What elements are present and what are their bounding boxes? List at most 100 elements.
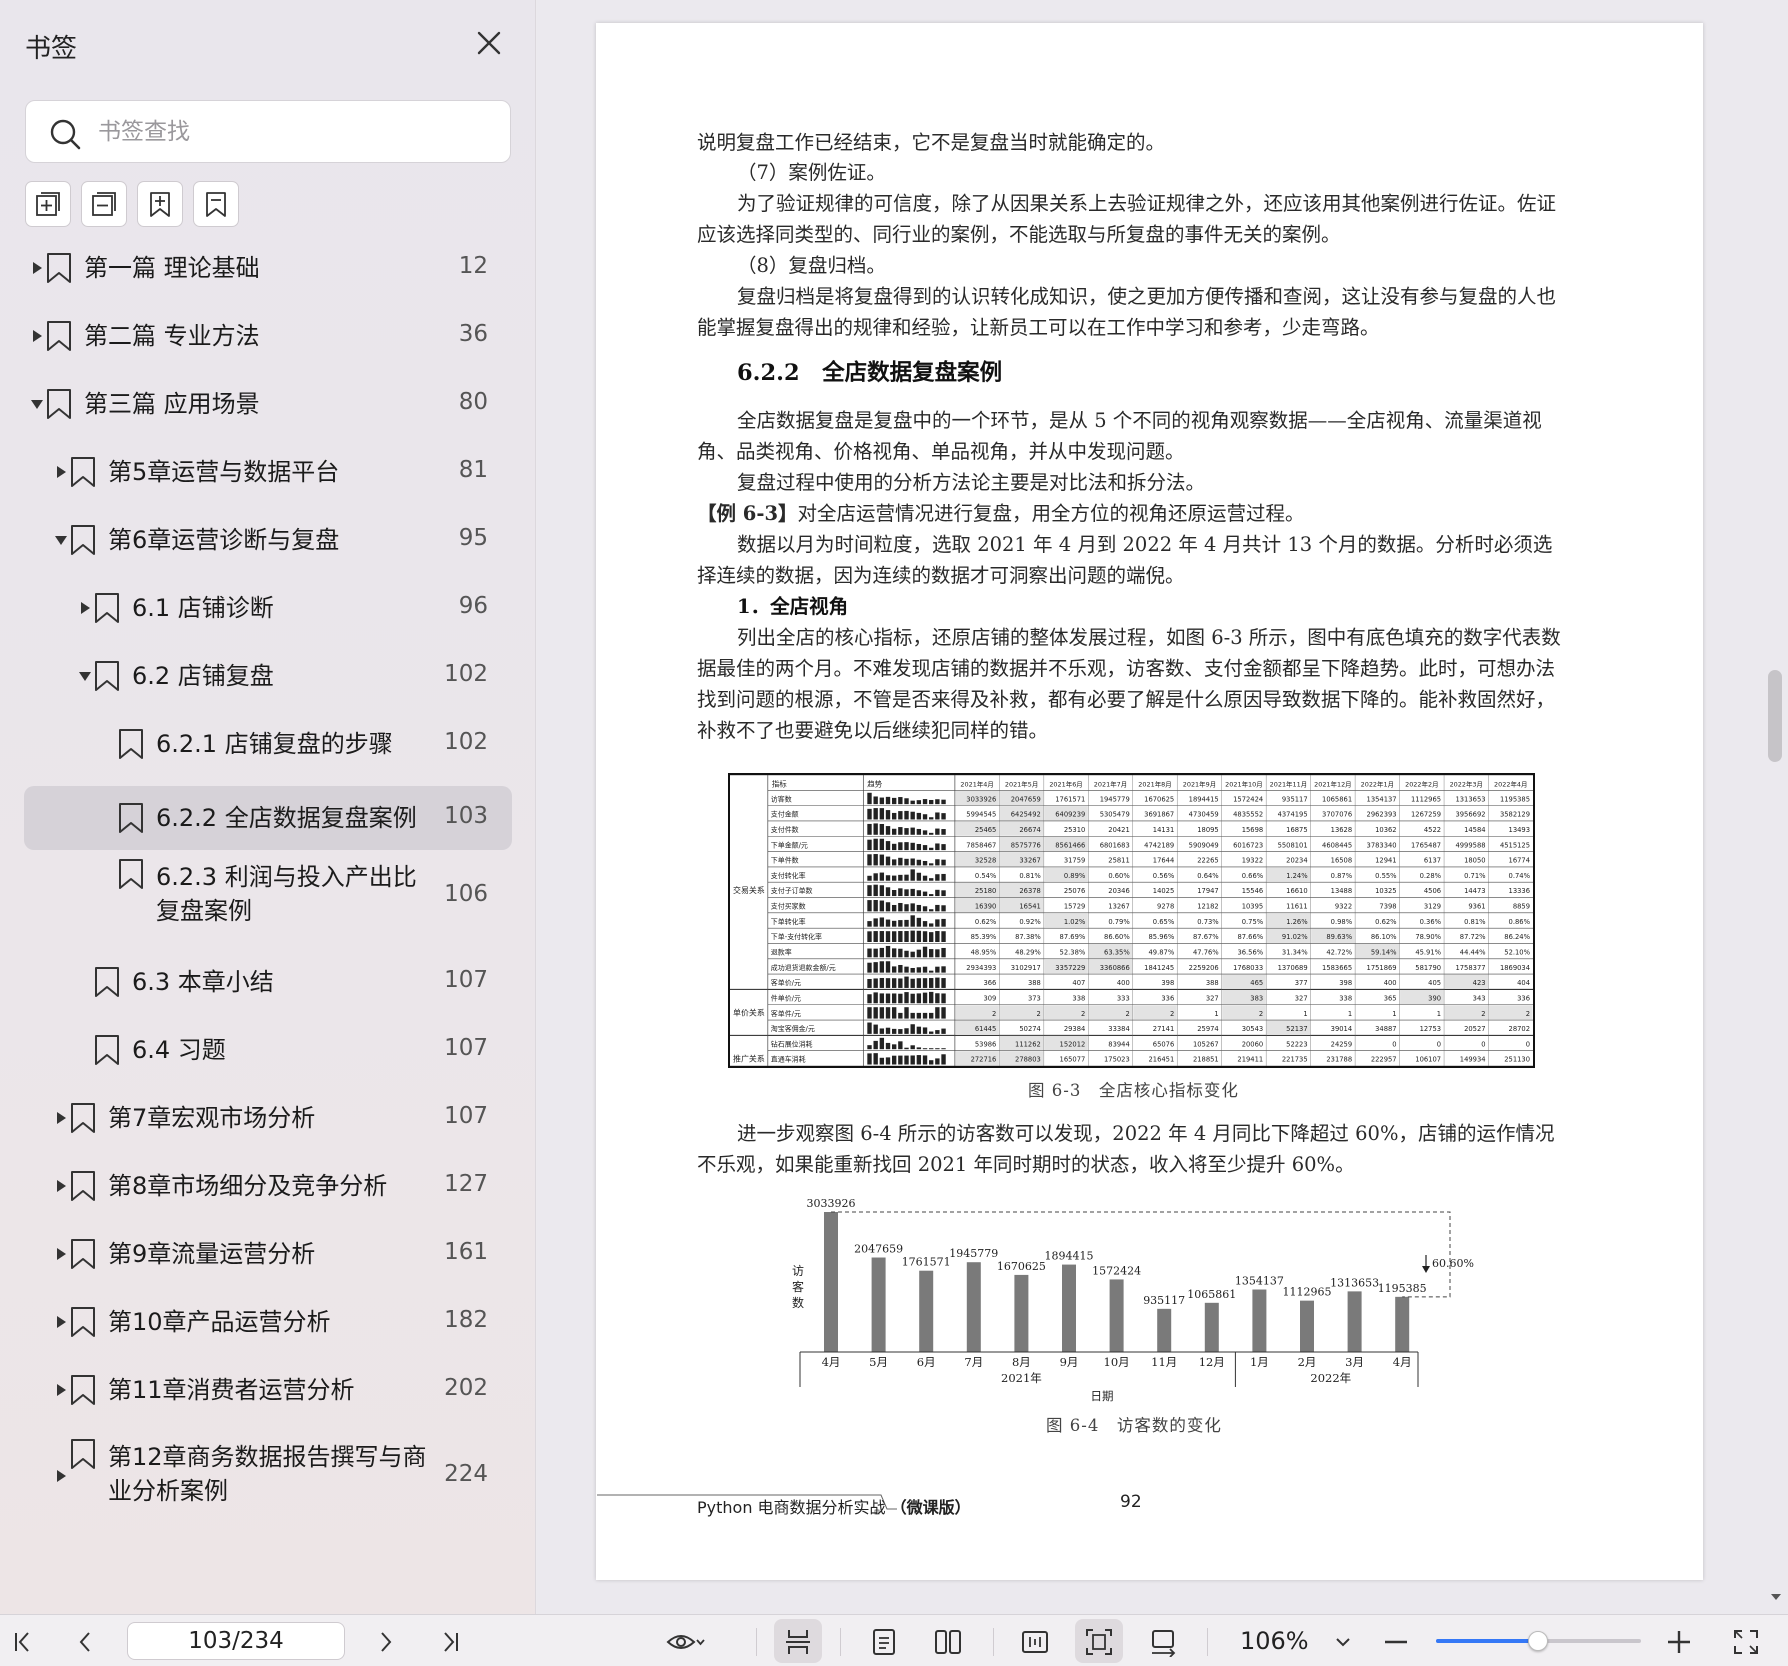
bookmark-item[interactable]: 第8章市场细分及竞争分析 127 — [24, 1154, 512, 1218]
scroll-down-arrow-icon[interactable] — [1770, 1592, 1782, 1602]
trend-sparkline-bar — [891, 812, 897, 820]
table-cell: 61445 — [975, 1025, 996, 1033]
table-cell: 4608445 — [1322, 841, 1352, 849]
expand-arrow-icon[interactable] — [30, 329, 44, 343]
bookmark-item[interactable]: 第二篇 专业方法 36 — [24, 304, 512, 368]
table-cell: 52.38% — [1060, 949, 1086, 957]
expand-arrow-icon[interactable] — [54, 1469, 68, 1483]
bookmark-button[interactable] — [193, 181, 239, 227]
expand-arrow-icon[interactable] — [54, 1247, 68, 1261]
fit-page-icon[interactable] — [1084, 1627, 1114, 1657]
zoom-out-icon[interactable] — [1381, 1627, 1411, 1657]
table-cell: 31759 — [1064, 857, 1085, 865]
bookmark-item[interactable]: 第9章流量运营分析 161 — [24, 1222, 512, 1286]
trend-sparkline-bar — [941, 905, 946, 912]
table-cell: 1768033 — [1233, 964, 1263, 972]
bookmark-item[interactable]: 6.2.1 店铺复盘的步骤 102 — [24, 712, 512, 776]
bookmark-item[interactable]: 6.1 店铺诊断 96 — [24, 576, 512, 640]
trend-sparkline-bar — [891, 1044, 897, 1050]
close-icon[interactable] — [474, 28, 504, 58]
bookmark-item[interactable]: 第三篇 应用场景 80 — [24, 372, 512, 436]
add-bookmark-button[interactable] — [137, 181, 183, 227]
toolbar-divider — [756, 1628, 757, 1656]
expand-arrow-icon[interactable] — [54, 1383, 68, 1397]
bookmark-item[interactable]: 6.2.3 利润与投入产出比 复盘案例 106 — [24, 846, 512, 946]
table-cell: 3357229 — [1055, 964, 1085, 972]
trend-sparkline-bar — [904, 842, 909, 851]
table-cell: 3129 — [1424, 903, 1441, 911]
table-cell: 423 — [1473, 979, 1486, 987]
expand-arrow-icon[interactable] — [54, 1111, 68, 1125]
bookmark-item[interactable]: 第7章宏观市场分析 107 — [24, 1086, 512, 1150]
continuous-scroll-icon[interactable] — [783, 1627, 813, 1657]
page-number-input[interactable]: 103/234 — [127, 1622, 345, 1660]
eye-view-mode-icon[interactable] — [666, 1627, 706, 1657]
expand-arrow-icon[interactable] — [54, 1315, 68, 1329]
trend-sparkline-bar — [929, 799, 934, 805]
table-cell: 2 — [1037, 1010, 1041, 1018]
expand-arrow-icon[interactable] — [30, 261, 44, 275]
table-cell: 338 — [1339, 994, 1352, 1002]
next-page-icon[interactable] — [371, 1627, 401, 1657]
previous-page-icon[interactable] — [70, 1627, 100, 1657]
zoom-slider-handle[interactable] — [1528, 1631, 1548, 1651]
collapse-arrow-icon[interactable] — [78, 669, 92, 683]
trend-sparkline-bar — [879, 961, 885, 973]
two-page-icon[interactable] — [933, 1627, 963, 1657]
vertical-scrollbar[interactable] — [1768, 670, 1782, 762]
bookmark-search-input[interactable] — [98, 113, 488, 151]
fullscreen-icon[interactable] — [1731, 1627, 1761, 1657]
table-cell: 86.10% — [1371, 933, 1397, 941]
zoom-level[interactable]: 106% — [1240, 1627, 1309, 1655]
bookmark-item[interactable]: 6.2.2 全店数据复盘案例 103 — [24, 786, 512, 850]
trend-sparkline-bar — [891, 993, 897, 1004]
bookmark-label: 6.1 店铺诊断 — [132, 594, 274, 622]
bookmark-item[interactable]: 第5章运营与数据平台 81 — [24, 440, 512, 504]
last-page-icon[interactable] — [435, 1627, 465, 1657]
table-cell: 1.26% — [1286, 918, 1308, 926]
collapse-all-button[interactable] — [81, 181, 127, 227]
bookmark-label: 第三篇 应用场景 — [84, 390, 260, 418]
trend-sparkline-bar — [929, 817, 934, 820]
bookmark-item[interactable]: 6.2 店铺复盘 102 — [24, 644, 512, 708]
expand-arrow-icon[interactable] — [54, 1179, 68, 1193]
bookmark-item[interactable]: 第12章商务数据报告撰写与商 业分析案例 224 — [24, 1426, 512, 1526]
footer-page-number: 92 — [1120, 1492, 1142, 1512]
first-page-icon[interactable] — [8, 1627, 38, 1657]
table-row-label: 支付子订单数 — [771, 886, 813, 895]
fit-width-icon[interactable] — [1020, 1627, 1050, 1657]
table-cell: 20346 — [1108, 887, 1129, 895]
trend-sparkline-bar — [935, 1030, 940, 1034]
collapse-arrow-icon[interactable] — [54, 533, 68, 547]
expand-arrow-icon[interactable] — [78, 601, 92, 615]
bookmark-item[interactable]: 第一篇 理论基础 12 — [24, 236, 512, 300]
table-cell: 0.74% — [1509, 872, 1531, 880]
bookmark-item[interactable]: 第10章产品运营分析 182 — [24, 1290, 512, 1354]
trend-sparkline-bar — [885, 856, 891, 866]
table-cell: 1 — [1214, 1010, 1218, 1018]
zoom-in-icon[interactable] — [1664, 1627, 1694, 1657]
x-tick-label: 4月 — [1393, 1355, 1412, 1369]
bookmark-item[interactable]: 6.4 习题 107 — [24, 1018, 512, 1082]
trend-sparkline-bar — [922, 921, 928, 927]
bookmark-item[interactable]: 第11章消费者运营分析 202 — [24, 1358, 512, 1422]
trend-sparkline-bar — [935, 919, 940, 927]
expand-all-button[interactable] — [25, 181, 71, 227]
table-cell: 3691867 — [1144, 811, 1174, 819]
trend-sparkline-bar — [922, 978, 928, 988]
zoom-dropdown-chevron-icon[interactable] — [1328, 1627, 1358, 1657]
bookmark-item[interactable]: 第6章运营诊断与复盘 95 — [24, 508, 512, 572]
collapse-arrow-icon[interactable] — [30, 397, 44, 411]
chart-bar — [1395, 1296, 1410, 1352]
bookmark-item[interactable]: 6.3 本章小结 107 — [24, 950, 512, 1014]
trend-sparkline-bar — [929, 1060, 934, 1065]
single-page-icon[interactable] — [869, 1627, 899, 1657]
bookmark-page-number: 107 — [444, 1103, 488, 1129]
bookmark-page-number: 12 — [458, 253, 488, 279]
table-cell: 2259206 — [1189, 964, 1219, 972]
table-row-label: 下单-支付转化率 — [771, 932, 822, 941]
paragraph: 【例 6-3】对全店运营情况进行复盘，用全方位的视角还原运营过程。 — [697, 498, 1567, 529]
expand-arrow-icon[interactable] — [54, 465, 68, 479]
rotate-page-icon[interactable] — [1148, 1627, 1178, 1657]
trend-sparkline-bar — [935, 889, 940, 897]
